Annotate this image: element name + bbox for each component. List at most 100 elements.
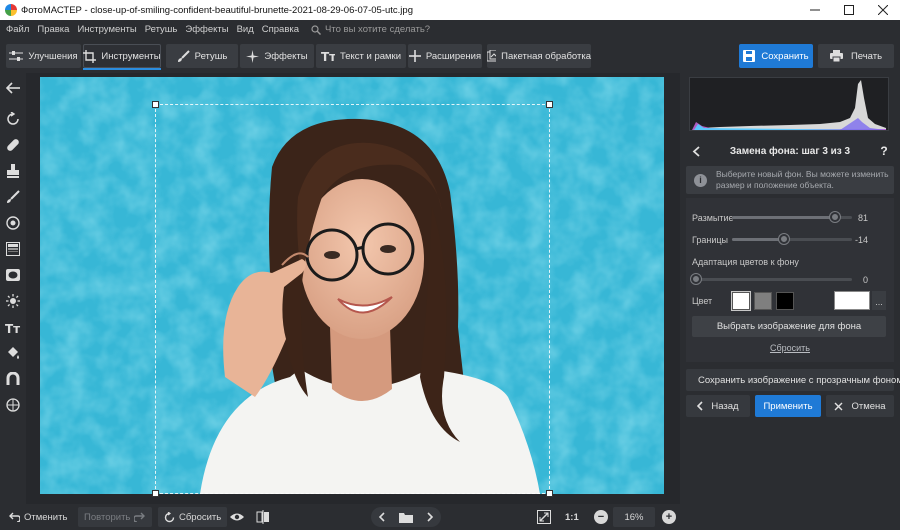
fit-screen-icon[interactable] (537, 507, 555, 527)
help-icon[interactable]: ? (874, 144, 894, 158)
reset-label: Сбросить (179, 511, 222, 523)
compare-icon[interactable] (256, 507, 274, 527)
apply-button[interactable]: Применить (755, 395, 821, 417)
slider-thumb[interactable] (691, 274, 701, 284)
tab-label: Эффекты (264, 50, 308, 62)
folder-icon[interactable] (398, 512, 413, 523)
gradient-filter-icon[interactable] (3, 239, 23, 259)
back-button[interactable]: Назад (686, 395, 750, 417)
save-button[interactable]: Сохранить (739, 44, 813, 68)
slider-thumb[interactable] (779, 234, 789, 244)
cancel-label: Отмена (851, 400, 886, 412)
save-transparent-label: Сохранить изображение с прозрачным фоном (698, 374, 900, 386)
crop-frame[interactable] (152, 101, 553, 497)
blur-label: Размытие (692, 213, 734, 223)
zoom-in-icon[interactable]: + (662, 510, 676, 524)
menu-search[interactable]: Что вы хотите сделать? (311, 24, 430, 35)
tab-label: Инструменты (101, 50, 161, 62)
plus-icon (408, 50, 421, 62)
crop-handle-top-left[interactable] (152, 101, 159, 108)
swatch-gray[interactable] (754, 292, 772, 310)
blur-slider[interactable] (732, 212, 852, 222)
close-icon (834, 402, 843, 410)
print-button[interactable]: Печать (818, 44, 894, 68)
color-adapt-label: Адаптация цветов к фону (692, 257, 799, 267)
choose-background-button[interactable]: Выбрать изображение для фона (692, 316, 886, 337)
swatch-white[interactable] (732, 292, 750, 310)
tab-label: Улучшения (28, 50, 78, 62)
minimize-icon[interactable] (798, 0, 832, 20)
stamp-icon[interactable] (3, 161, 23, 181)
brush-icon (177, 49, 190, 62)
zoom-actual-size[interactable]: 1:1 (565, 507, 579, 527)
healing-icon[interactable] (3, 135, 23, 155)
text-icon[interactable]: Tт (3, 317, 23, 337)
redo-icon (134, 512, 146, 522)
more-colors-button[interactable]: ... (872, 291, 886, 310)
tab-label: Текст и рамки (339, 50, 402, 62)
maximize-icon[interactable] (832, 0, 866, 20)
chevron-left-icon[interactable] (378, 512, 386, 522)
menu-file[interactable]: Файл (2, 24, 33, 35)
floppy-icon (743, 50, 756, 62)
batch-icon (487, 50, 497, 62)
chevron-left-icon (697, 401, 703, 411)
app-logo-icon (5, 4, 17, 16)
crop-icon (83, 49, 97, 63)
zoom-out-icon[interactable]: − (594, 510, 608, 524)
back-arrow-icon[interactable] (3, 78, 23, 98)
histogram (689, 77, 889, 131)
brush-icon[interactable] (3, 187, 23, 207)
menu-edit[interactable]: Правка (33, 24, 73, 35)
crop-handle-bottom-right[interactable] (546, 490, 553, 497)
tab-retouch[interactable]: Ретушь (166, 44, 238, 68)
menu-help[interactable]: Справка (258, 24, 303, 35)
tab-batch[interactable]: Пакетная обработка (487, 44, 591, 68)
rotate-icon[interactable] (3, 109, 23, 129)
color-adapt-slider[interactable] (691, 274, 852, 284)
zoom-value[interactable]: 16% (613, 507, 655, 527)
menu-tools[interactable]: Инструменты (73, 24, 140, 35)
eye-icon[interactable] (229, 507, 249, 527)
menu-effects[interactable]: Эффекты (181, 24, 232, 35)
tab-effects[interactable]: Эффекты (240, 44, 314, 68)
search-placeholder: Что вы хотите сделать? (325, 24, 431, 35)
undo-icon (9, 512, 20, 522)
tab-extensions[interactable]: Расширения (408, 44, 482, 68)
undo-button[interactable]: Отменить (8, 507, 67, 527)
radial-filter-icon[interactable] (3, 213, 23, 233)
back-label: Назад (711, 400, 739, 412)
redo-button[interactable]: Повторить (78, 507, 153, 527)
slider-fill (732, 238, 784, 241)
reset-button[interactable]: Сбросить (158, 507, 228, 527)
tab-text-frames[interactable]: Tт Текст и рамки (316, 44, 406, 68)
reset-link[interactable]: Сбросить (686, 343, 894, 353)
tab-label: Расширения (425, 50, 482, 62)
vignette-icon[interactable] (3, 265, 23, 285)
redo-label: Повторить (84, 511, 131, 523)
bottom-bar: Отменить Повторить Сбросить 1:1 − 16% + (0, 504, 900, 530)
menu-retouch[interactable]: Ретушь (141, 24, 182, 35)
printer-icon (829, 50, 843, 62)
chevron-right-icon[interactable] (426, 512, 434, 522)
swatch-black[interactable] (776, 292, 794, 310)
crop-handle-bottom-left[interactable] (152, 490, 159, 497)
crop-handle-top-right[interactable] (546, 101, 553, 108)
save-label: Сохранить (761, 50, 809, 62)
magnet-icon[interactable] (3, 369, 23, 389)
custom-color-picker[interactable] (834, 291, 870, 310)
light-icon[interactable] (3, 291, 23, 311)
cancel-button[interactable]: Отмена (826, 395, 894, 417)
tab-tools[interactable]: Инструменты (83, 44, 161, 70)
color-adapt-value: 0 (862, 275, 868, 285)
tab-improvements[interactable]: Улучшения (6, 44, 81, 68)
globe-icon[interactable] (3, 395, 23, 415)
edges-slider[interactable] (732, 234, 852, 244)
slider-fill (732, 216, 835, 219)
chevron-left-icon[interactable] (686, 145, 706, 157)
title-bar: ФотоМАСТЕР - close-up-of-smiling-confide… (0, 0, 900, 20)
close-icon[interactable] (866, 0, 900, 20)
save-transparent-button[interactable]: Сохранить изображение с прозрачным фоном (686, 369, 900, 391)
menu-view[interactable]: Вид (233, 24, 258, 35)
fill-icon[interactable] (3, 343, 23, 363)
